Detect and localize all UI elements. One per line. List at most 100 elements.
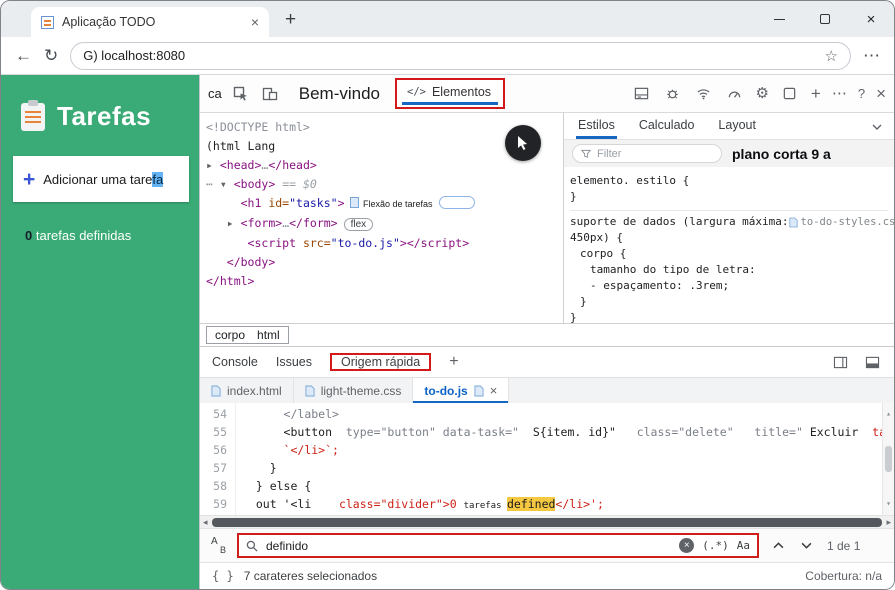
dock-side-icon[interactable] [830,352,850,372]
breadcrumb-item-html[interactable]: html [257,328,280,342]
tab-issues[interactable]: Issues [276,353,312,371]
tab-styles[interactable]: Estilos [576,113,617,140]
tab-layout[interactable]: Layout [716,113,758,140]
tab-to-do-js[interactable]: to-do.js × [413,378,509,403]
token-tag: </body> [227,255,275,269]
token-arrow: ▾ [220,177,234,191]
token-val: "to-do.js" [331,236,400,250]
code-line[interactable]: out '<li class="divider">0 tarefas defin… [242,495,894,515]
maximize-button[interactable] [802,1,848,37]
dom-tree-line[interactable]: </body> [206,253,563,272]
browser-tab[interactable]: Aplicação TODO × [31,7,269,37]
minimize-button[interactable] [756,1,802,37]
new-tab-button[interactable]: + [285,10,296,29]
css-file-link[interactable]: to-do-styles.css:40 [789,214,894,230]
refresh-button[interactable]: ↻ [44,46,58,66]
line-number[interactable]: 57 [200,459,227,477]
css-property-spacing[interactable]: - espaçamento: .3rem; [570,278,888,294]
scroll-down-icon[interactable]: ▾ [886,495,891,513]
code-area[interactable]: </label> <button type="button" data-task… [236,403,894,515]
token-sp [803,425,810,439]
line-number[interactable]: 58 [200,477,227,495]
dom-tree-line[interactable]: ▸ <head>…</head> [206,156,563,175]
bug-icon[interactable] [662,84,682,104]
css-property-font-size[interactable]: tamanho do tipo de letra: [570,262,888,278]
horizontal-scroll-thumb[interactable] [212,518,883,527]
add-task-button[interactable]: + Adicionar uma tarefa [13,156,189,202]
find-previous-icon[interactable] [769,537,787,555]
code-line[interactable]: </label> [242,405,894,423]
case-toggle[interactable]: Aa [737,539,750,552]
rule-selector-corpo[interactable]: corpo { [570,246,888,262]
horizontal-scrollbar[interactable]: ◂ ▸ [200,515,894,528]
scroll-up-icon[interactable]: ▴ [886,405,891,423]
token-sp [332,425,346,439]
vertical-scrollbar[interactable]: ▴ ▾ [882,403,894,515]
elements-panel: <!DOCTYPE html>(html Lang▸ <head>…</head… [200,113,894,323]
find-input[interactable]: definido × (.*) Aa [237,533,759,558]
tab-close-icon[interactable]: × [251,14,259,30]
tab-welcome[interactable]: Bem-vindo [299,84,380,104]
match-case-icon[interactable]: A B [210,536,227,555]
tab-console[interactable]: Console [212,353,258,371]
favorite-star-icon[interactable]: ☆ [825,47,838,65]
media-query-text: suporte de dados (largura máxima: [570,214,789,230]
settings-gear-icon[interactable]: ⚙ [755,86,768,101]
code-line[interactable]: `</li>`; [242,441,894,459]
code-line[interactable]: <button type="button" data-task=" S{item… [242,423,894,441]
breadcrumb-box: corpo html [206,326,289,344]
devtools-help-icon[interactable]: ? [858,87,865,100]
tab-elements[interactable]: </> Elementos [397,80,503,107]
token-plain: (html Lang [206,139,275,153]
add-panel-icon[interactable]: + [811,85,821,102]
console-drawer-icon[interactable] [631,84,651,104]
tab-quick-source[interactable]: Origem rápida [332,352,429,372]
tab-light-theme-css[interactable]: light-theme.css [294,378,414,403]
network-conditions-icon[interactable] [693,84,713,104]
line-number[interactable]: 59 [200,495,227,513]
dom-tree-line[interactable]: ⋯ ▾ <body> == $0 [206,175,563,194]
vertical-scroll-thumb[interactable] [885,446,892,472]
find-next-icon[interactable] [797,537,815,555]
styles-filter-input[interactable]: Filter [572,144,722,163]
scroll-right-icon[interactable]: ▸ [886,518,891,527]
drawer-right-icons [830,352,882,372]
inspect-element-icon[interactable] [231,84,251,104]
token-sp [242,461,270,475]
code-line[interactable]: } [242,459,894,477]
close-button[interactable]: × [848,1,894,37]
devtools-close-icon[interactable]: × [876,85,886,102]
address-bar[interactable]: G) localhost:8080 ☆ [70,42,851,70]
regex-toggle[interactable]: (.*) [702,539,729,552]
drawer-add-tab-icon[interactable]: + [449,353,458,371]
line-number[interactable]: 56 [200,441,227,459]
dom-tree-line[interactable]: <script src="to-do.js"></script> [206,234,563,253]
pretty-print-icon[interactable]: { } [212,569,234,583]
dom-tree-line[interactable]: ▸ <form>…</form>flex [206,214,563,234]
performance-gauge-icon[interactable] [724,84,744,104]
tab-index-html[interactable]: index.html [200,378,294,403]
scroll-left-icon[interactable]: ◂ [203,518,208,527]
device-frame-icon[interactable] [780,84,800,104]
device-toolbar-icon[interactable] [260,84,280,104]
devtools-more-icon[interactable]: ⋯ [832,86,847,101]
close-file-icon[interactable]: × [490,383,498,398]
line-number[interactable]: 54 [200,405,227,423]
back-button[interactable]: ← [15,46,32,66]
dom-tree-pane: <!DOCTYPE html>(html Lang▸ <head>…</head… [200,113,564,323]
rule-selector[interactable]: elemento. estilo { [570,173,888,189]
clear-search-icon[interactable]: × [679,538,694,553]
dom-tree-line[interactable]: <h1 id="tasks"> Flexão de tarefas [206,194,563,214]
breadcrumb-item-body[interactable]: corpo [215,328,245,342]
chevron-down-icon[interactable] [872,119,882,133]
browser-menu-button[interactable]: ⋯ [863,46,880,66]
tab-computed[interactable]: Calculado [637,113,697,140]
inspect-cursor-icon[interactable] [505,125,541,161]
token-sp [206,216,227,230]
line-number[interactable]: 55 [200,423,227,441]
clipboard-icon [21,103,45,131]
code-line[interactable]: } else { [242,477,894,495]
dom-tree-line[interactable]: </html> [206,272,563,291]
expand-drawer-icon[interactable] [862,352,882,372]
styles-tabbar: Estilos Calculado Layout [564,113,894,140]
